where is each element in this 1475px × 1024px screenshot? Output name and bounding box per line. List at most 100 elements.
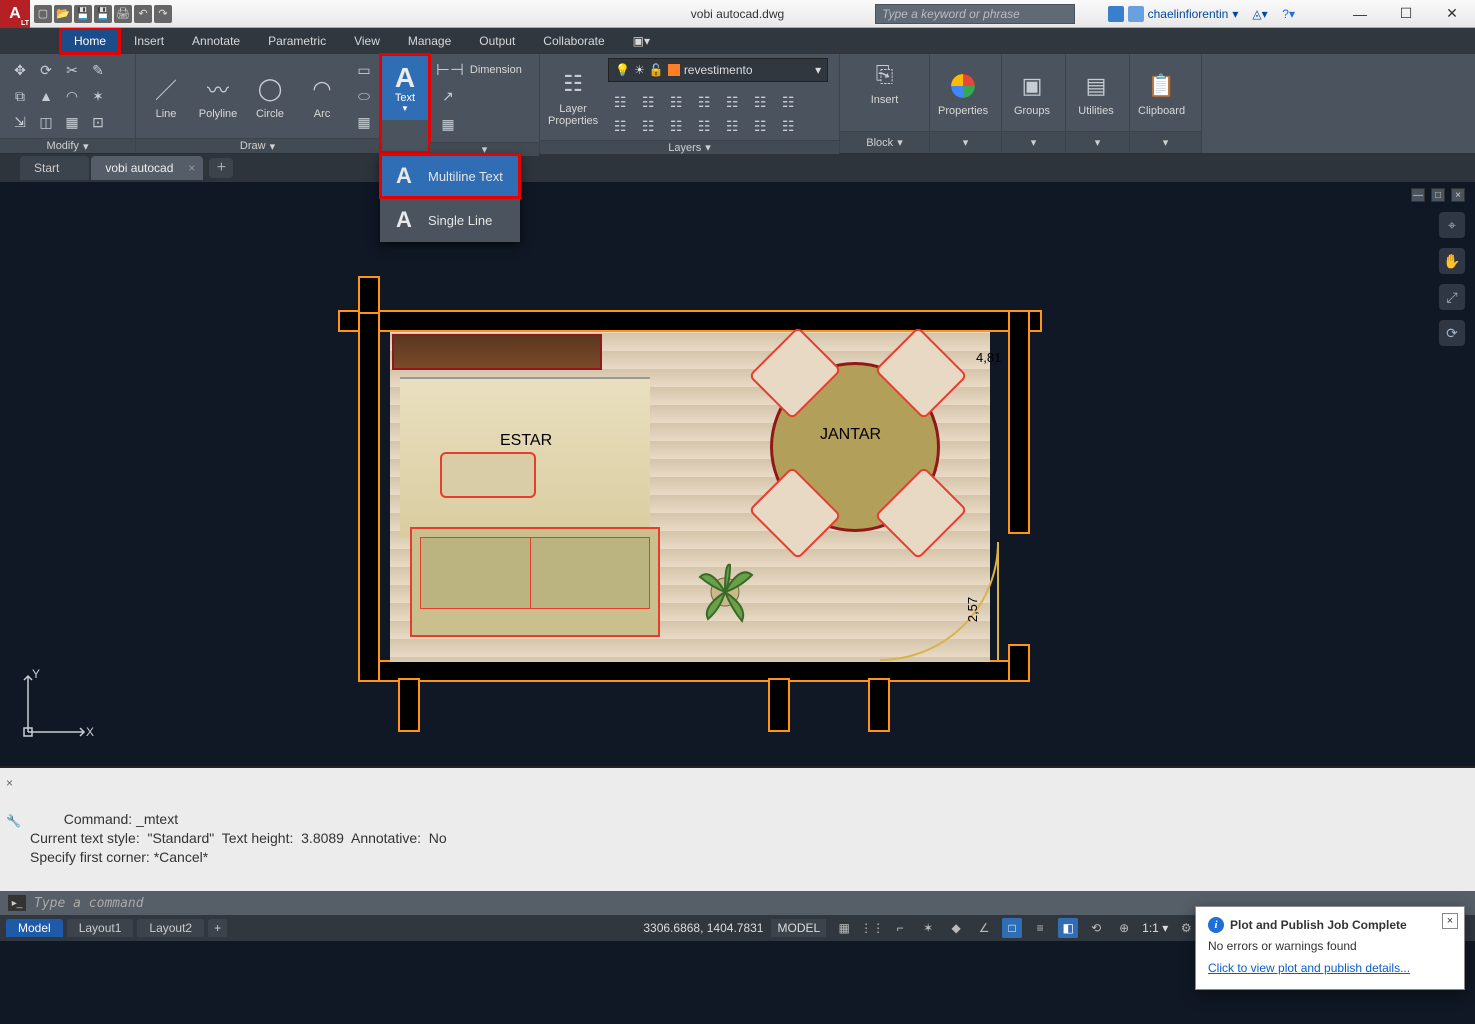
layer-combo[interactable]: 💡 ☀ 🔓 revestimento ▾ [608, 58, 828, 82]
rotate-icon[interactable]: ⟳ [34, 58, 58, 82]
layer-iso-icon[interactable]: ☷ [636, 90, 660, 114]
new-icon[interactable]: ▢ [34, 5, 52, 23]
layer-copy-icon[interactable]: ☷ [720, 114, 744, 138]
ortho-icon[interactable]: ⌐ [890, 918, 910, 938]
offset-icon[interactable]: ⊡ [86, 110, 110, 134]
layer-vpfreeze-icon[interactable]: ☷ [776, 114, 800, 138]
tab-parametric[interactable]: Parametric [254, 28, 340, 54]
command-prompt-icon[interactable]: ▸_ [8, 895, 26, 911]
grid-icon[interactable]: ▦ [834, 918, 854, 938]
vp-maximize[interactable]: □ [1431, 188, 1445, 202]
dimension-tool[interactable]: ⊢⊣ Dimension [436, 60, 522, 80]
snap-icon[interactable]: ⋮⋮ [862, 918, 882, 938]
zoom-extents-icon[interactable]: ⤢ [1439, 284, 1465, 310]
array-icon[interactable]: ▦ [60, 110, 84, 134]
circle-tool[interactable]: ◯Circle [248, 72, 292, 120]
close-button[interactable]: ✕ [1429, 0, 1475, 28]
orbit-icon[interactable]: ⟳ [1439, 320, 1465, 346]
vp-minimize[interactable]: — [1411, 188, 1425, 202]
transparency-icon[interactable]: ◧ [1058, 918, 1078, 938]
layer-prev-icon[interactable]: ☷ [776, 90, 800, 114]
clipboard-tool[interactable]: 📋Clipboard [1138, 69, 1185, 117]
hatch-icon[interactable]: ▦ [352, 110, 376, 134]
app-exchange-icon[interactable]: ◬▾ [1252, 7, 1267, 21]
selection-cycling-icon[interactable]: ⟲ [1086, 918, 1106, 938]
layer-off-icon[interactable]: ☷ [608, 90, 632, 114]
layer-unlock-icon[interactable]: ☷ [664, 114, 688, 138]
save-icon[interactable]: 💾 [74, 5, 92, 23]
panel-label-utilities[interactable]: ▾ [1066, 131, 1129, 153]
notification-link[interactable]: Click to view plot and publish details..… [1208, 961, 1410, 975]
osnap-icon[interactable]: □ [1002, 918, 1022, 938]
layer-match-icon[interactable]: ☷ [748, 90, 772, 114]
annotation-scale[interactable]: 1:1 ▾ [1142, 921, 1168, 935]
layer-thaw-icon[interactable]: ☷ [636, 114, 660, 138]
minimize-button[interactable]: — [1337, 0, 1383, 28]
tab-add-button[interactable]: + [209, 158, 233, 178]
cmd-close-icon[interactable]: × [6, 774, 22, 790]
lineweight-icon[interactable]: ≡ [1030, 918, 1050, 938]
model-tab[interactable]: Model [6, 919, 63, 937]
drawing-canvas[interactable]: — □ × ⌖ ✋ ⤢ ⟳ ESTAR J [0, 182, 1475, 766]
maximize-button[interactable]: ☐ [1383, 0, 1429, 28]
layout1-tab[interactable]: Layout1 [67, 919, 134, 937]
layer-make-current-icon[interactable]: ☷ [720, 90, 744, 114]
panel-label-modify[interactable]: Modify ▾ [0, 138, 135, 153]
insert-tool[interactable]: ⎘ Insert [863, 58, 907, 106]
workspace-gear-icon[interactable]: ⚙ [1176, 918, 1196, 938]
panel-label-properties[interactable]: ▾ [930, 131, 1001, 153]
arc-tool[interactable]: ◠Arc [300, 72, 344, 120]
multiline-text-item[interactable]: A Multiline Text [380, 154, 520, 198]
rectangle-icon[interactable]: ▭ [352, 58, 376, 82]
vp-close[interactable]: × [1451, 188, 1465, 202]
move-icon[interactable]: ✥ [8, 58, 32, 82]
erase-icon[interactable]: ✎ [86, 58, 110, 82]
tab-start[interactable]: Start [20, 156, 89, 180]
pan-icon[interactable]: ✋ [1439, 248, 1465, 274]
mirror-icon[interactable]: ▲ [34, 84, 58, 108]
panel-label-draw[interactable]: Draw ▾ [136, 138, 379, 153]
notification-close[interactable]: × [1442, 913, 1458, 929]
polyline-tool[interactable]: 〰Polyline [196, 72, 240, 120]
layer-freeze-icon[interactable]: ☷ [664, 90, 688, 114]
text-tool-button[interactable]: A Text ▼ [382, 56, 428, 120]
polar-icon[interactable]: ✶ [918, 918, 938, 938]
layer-properties-tool[interactable]: ☷ Layer Properties [548, 67, 598, 127]
layer-change-icon[interactable]: ☷ [692, 114, 716, 138]
layer-walk-icon[interactable]: ☷ [748, 114, 772, 138]
scale-icon[interactable]: ◫ [34, 110, 58, 134]
cmd-settings-icon[interactable]: 🔧 [6, 812, 22, 828]
command-history[interactable]: × 🔧Command: _mtext Current text style: "… [0, 768, 1475, 891]
nav-wheel-icon[interactable]: ⌖ [1439, 212, 1465, 238]
dynamic-input-icon[interactable]: ⊕ [1114, 918, 1134, 938]
layout2-tab[interactable]: Layout2 [137, 919, 204, 937]
leader-icon[interactable]: ↗ [436, 84, 460, 108]
tab-insert[interactable]: Insert [120, 28, 178, 54]
redo-icon[interactable]: ↷ [154, 5, 172, 23]
plot-icon[interactable]: 🖨 [114, 5, 132, 23]
panel-label-groups[interactable]: ▾ [1002, 131, 1065, 153]
panel-label-clipboard[interactable]: ▾ [1130, 131, 1201, 153]
tab-featured-apps[interactable]: ▣▾ [619, 28, 664, 54]
layer-on-icon[interactable]: ☷ [608, 114, 632, 138]
copy-icon[interactable]: ⧉ [8, 84, 32, 108]
fillet-icon[interactable]: ◠ [60, 84, 84, 108]
tab-document[interactable]: vobi autocad× [91, 156, 203, 180]
isodraft-icon[interactable]: ◆ [946, 918, 966, 938]
explode-icon[interactable]: ✶ [86, 84, 110, 108]
layer-lock-icon[interactable]: ☷ [692, 90, 716, 114]
tab-home[interactable]: Home [60, 28, 120, 54]
open-icon[interactable]: 📂 [54, 5, 72, 23]
properties-tool[interactable]: Properties [938, 69, 988, 117]
line-tool[interactable]: ／Line [144, 72, 188, 120]
undo-icon[interactable]: ↶ [134, 5, 152, 23]
groups-tool[interactable]: ▣Groups [1010, 69, 1054, 117]
panel-label-block[interactable]: Block ▾ [840, 131, 929, 153]
saveas-icon[interactable]: 💾 [94, 5, 112, 23]
stretch-icon[interactable]: ⇲ [8, 110, 32, 134]
trim-icon[interactable]: ✂ [60, 58, 84, 82]
tab-manage[interactable]: Manage [394, 28, 465, 54]
tab-output[interactable]: Output [465, 28, 529, 54]
space-readout[interactable]: MODEL [771, 919, 826, 937]
tab-annotate[interactable]: Annotate [178, 28, 254, 54]
